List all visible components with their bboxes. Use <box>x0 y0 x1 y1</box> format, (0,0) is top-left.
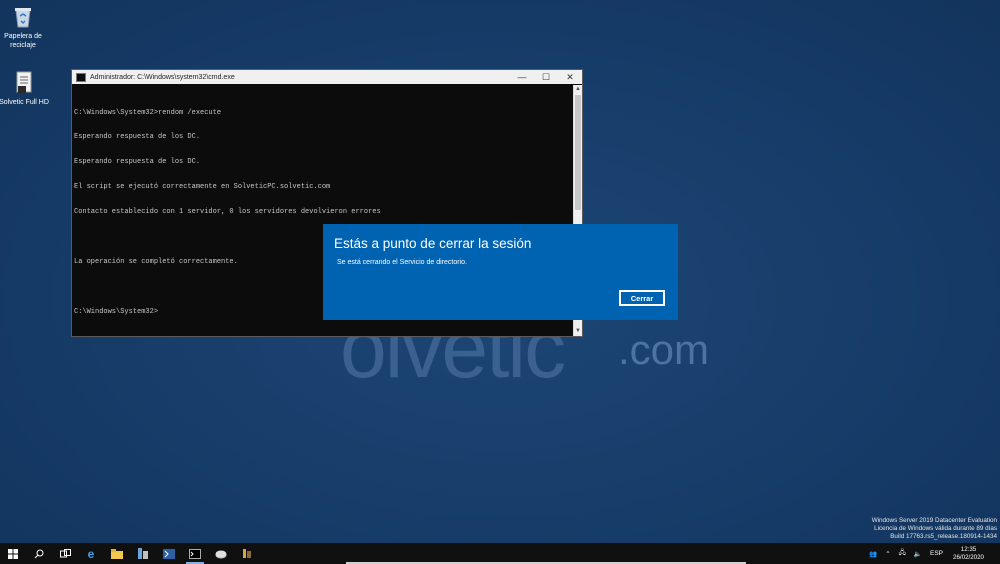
disk-icon <box>215 550 227 558</box>
tray-network-icon[interactable]: 🖧 <box>899 548 906 559</box>
console-line: Esperando respuesta de los DC. <box>74 158 201 167</box>
signout-dialog: Estás a punto de cerrar la sesión Se est… <box>323 224 678 320</box>
clock-date: 26/02/2020 <box>953 553 984 561</box>
dialog-title: Estás a punto de cerrar la sesión <box>334 236 532 251</box>
minimize-button[interactable]: — <box>510 72 534 82</box>
watermark-line: Licencia de Windows válida durante 89 dí… <box>874 525 997 532</box>
cerrar-button[interactable]: Cerrar <box>619 290 665 306</box>
search-icon <box>34 549 44 558</box>
document-icon <box>13 71 35 95</box>
language-indicator[interactable]: ESP <box>930 550 943 557</box>
taskbar: e 👥 ⌃ 🖧 🔈 ESP 12:35 26/02/2020 <box>0 543 1000 564</box>
console-line: C:\Windows\System32>rendom /execute <box>74 108 222 117</box>
cmd-title: Administrador: C:\Windows\system32\cmd.e… <box>90 73 235 81</box>
watermark-line: Windows Server 2019 Datacenter Evaluatio… <box>871 517 997 524</box>
tray-arrow-icon[interactable]: ⌃ <box>885 550 890 558</box>
tray-people-icon[interactable]: 👥 <box>869 550 877 558</box>
cmd-icon <box>76 72 86 82</box>
file-explorer-button[interactable] <box>104 543 130 564</box>
disk-button[interactable] <box>208 543 234 564</box>
start-button[interactable] <box>0 543 26 564</box>
scroll-up-icon[interactable]: ▲ <box>574 85 582 94</box>
watermark-domain: .com <box>618 326 710 373</box>
clock[interactable]: 12:35 26/02/2020 <box>953 546 984 562</box>
maximize-button[interactable]: ☐ <box>534 72 558 83</box>
task-view-icon <box>59 548 71 557</box>
clock-time: 12:35 <box>960 545 977 553</box>
cmd-taskbar-button[interactable] <box>182 543 208 564</box>
server-manager-icon <box>138 548 148 559</box>
task-view-button[interactable] <box>52 543 78 564</box>
watermark-line: Build 17763.rs5_release.180914-1434 <box>890 533 997 540</box>
internet-explorer-button[interactable]: e <box>78 543 104 564</box>
scroll-thumb[interactable] <box>575 95 581 210</box>
recycle-bin-icon <box>12 5 34 29</box>
desktop-icon-label: Papelera de reciclaje <box>4 33 42 49</box>
dialog-message: Se está cerrando el Servicio de director… <box>337 259 467 266</box>
console-line: Contacto establecido con 1 servidor, 0 l… <box>74 208 381 217</box>
server-manager-button[interactable] <box>130 543 156 564</box>
search-button[interactable] <box>26 543 52 564</box>
file-explorer-icon <box>111 548 123 559</box>
desktop-icon-recycle-bin[interactable]: Papelera de reciclaje <box>0 5 50 50</box>
cmd-titlebar[interactable]: Administrador: C:\Windows\system32\cmd.e… <box>72 70 582 84</box>
console-line: Esperando respuesta de los DC. <box>74 133 201 142</box>
windows-evaluation-watermark: Windows Server 2019 Datacenter Evaluatio… <box>872 517 997 541</box>
powershell-button[interactable] <box>156 543 182 564</box>
desktop-icon-solvetic[interactable]: Solvetic Full HD <box>0 71 51 107</box>
desktop-icon-label: Solvetic Full HD <box>0 99 49 106</box>
tray-volume-icon[interactable]: 🔈 <box>914 550 922 558</box>
system-tray: 👥 ⌃ 🖧 🔈 ESP 12:35 26/02/2020 <box>865 543 1000 564</box>
tools-button[interactable] <box>234 543 260 564</box>
powershell-icon <box>163 548 175 559</box>
start-icon <box>8 548 18 559</box>
console-line: El script se ejecutó correctamente en So… <box>74 183 331 192</box>
cmd-icon <box>189 548 201 559</box>
scroll-down-icon[interactable]: ▼ <box>574 327 582 336</box>
internet-explorer-icon: e <box>87 546 95 561</box>
close-button[interactable]: ✕ <box>558 72 582 83</box>
tools-icon <box>243 549 251 558</box>
